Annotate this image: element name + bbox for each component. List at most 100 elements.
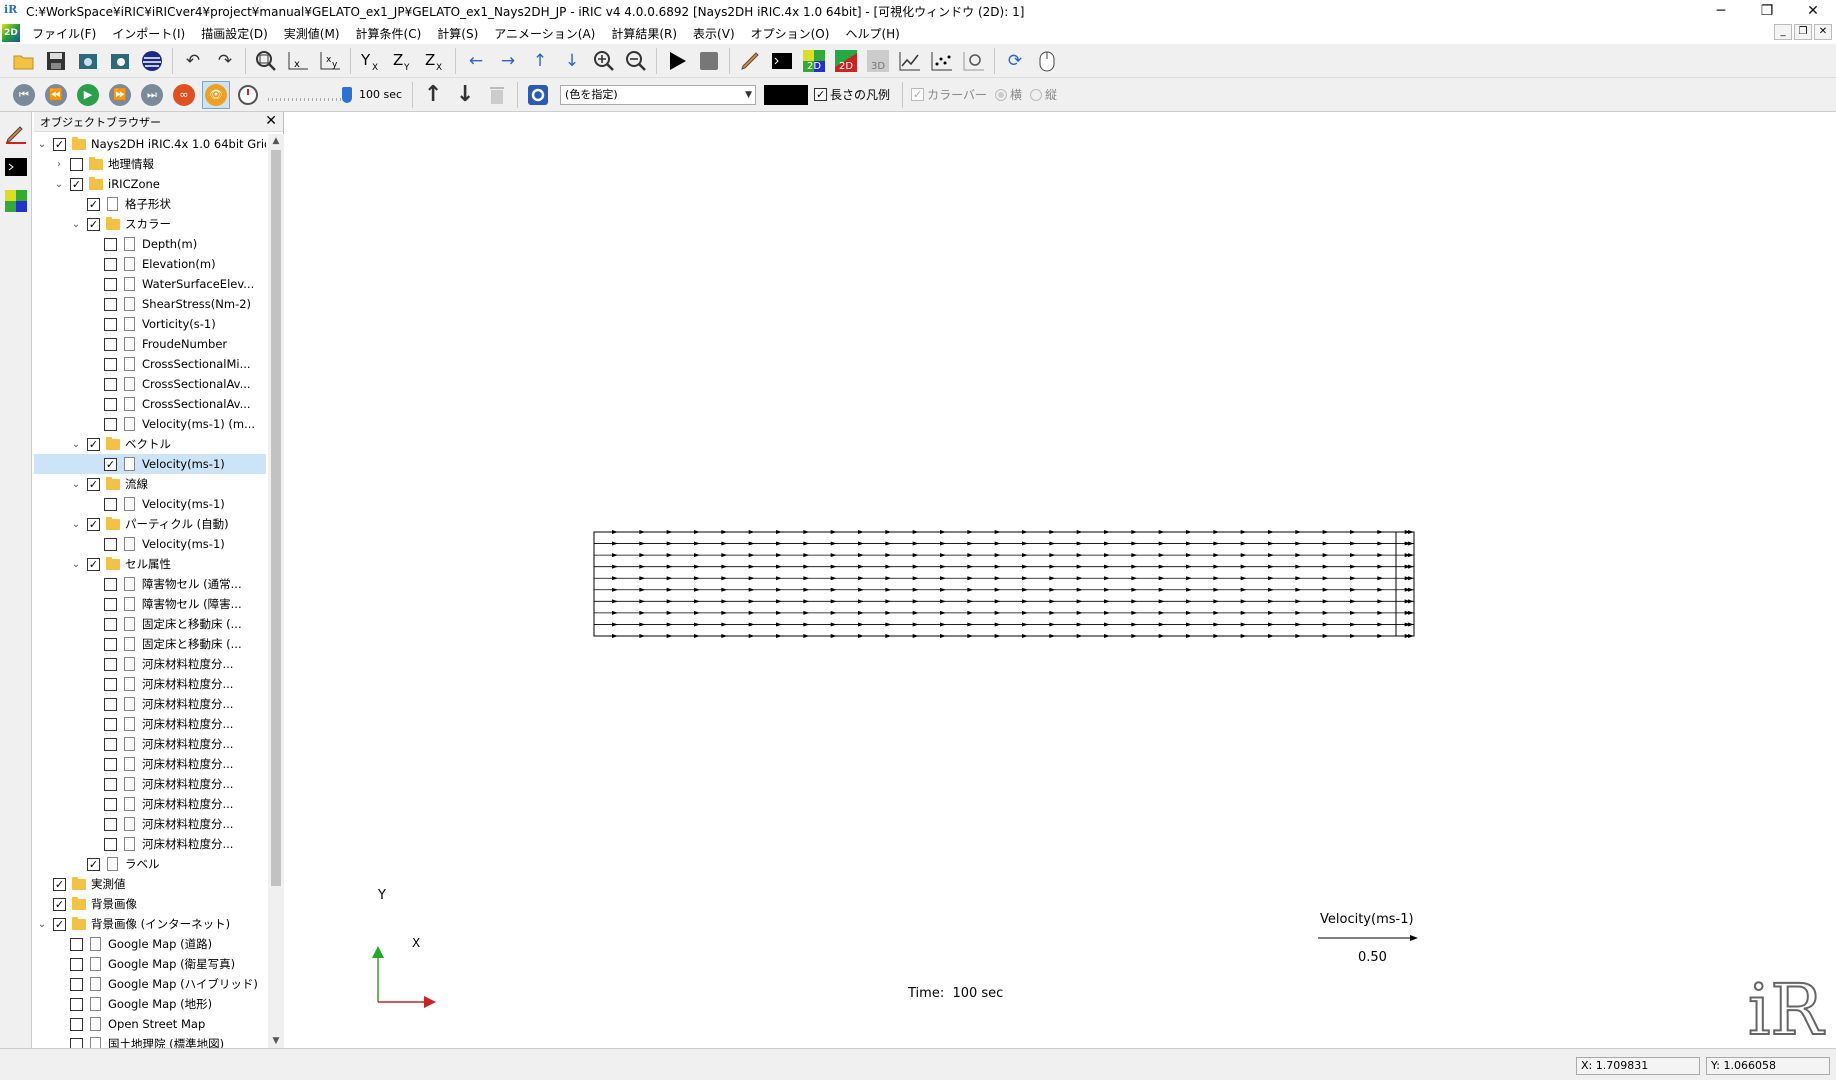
scrollbar-thumb[interactable] <box>271 150 281 886</box>
tree-item-checkbox[interactable]: ✓ <box>87 517 100 531</box>
console-window-icon[interactable] <box>3 154 29 180</box>
tree-item-checkbox[interactable]: ✓ <box>104 457 117 471</box>
menu-file[interactable]: ファイル(F) <box>24 25 104 42</box>
horizontal-radio[interactable] <box>994 88 1007 101</box>
loop-icon[interactable]: ∞ <box>170 81 198 109</box>
stop-icon[interactable] <box>695 47 723 75</box>
snapshot-icon[interactable] <box>74 47 102 75</box>
menu-help[interactable]: ヘルプ(H) <box>837 25 907 42</box>
tree-item-checkbox[interactable] <box>104 717 117 731</box>
tree-item[interactable]: ⌄ ✓ 流線 <box>34 474 266 494</box>
tree-item-checkbox[interactable]: ✓ <box>87 557 100 571</box>
undo-icon[interactable]: ↶ <box>179 47 207 75</box>
mdi-minimize-button[interactable]: _ <box>1774 24 1792 40</box>
tree-item-checkbox[interactable] <box>104 817 117 831</box>
property-gear-icon[interactable] <box>524 81 552 109</box>
refresh-icon[interactable]: ⟳ <box>1001 47 1029 75</box>
tree-item-checkbox[interactable] <box>104 577 117 591</box>
tree-item[interactable]: Velocity(ms-1) <box>34 494 266 514</box>
chevron-down-icon[interactable]: ⌄ <box>70 439 82 450</box>
tree-item[interactable]: › 地理情報 <box>34 154 266 174</box>
tree-item-checkbox[interactable]: ✓ <box>53 877 66 891</box>
chevron-down-icon[interactable]: ⌄ <box>36 919 48 930</box>
tree-item-checkbox[interactable] <box>104 797 117 811</box>
mdi-close-button[interactable]: ✕ <box>1814 24 1832 40</box>
tree-item-checkbox[interactable] <box>104 697 117 711</box>
tree-item[interactable]: ⌄ ✓ パーティクル (自動) <box>34 514 266 534</box>
last-frame-icon[interactable]: ⏭ <box>138 81 166 109</box>
object-browser-close-icon[interactable]: ✕ <box>265 113 277 129</box>
minimize-button[interactable]: ─ <box>1698 0 1744 22</box>
tree-item[interactable]: 河床材料粒度分... <box>34 734 266 754</box>
time-slider-thumb[interactable] <box>342 86 352 103</box>
tree-item[interactable]: ✓ 実測値 <box>34 874 266 894</box>
tree-item[interactable]: 河床材料粒度分... <box>34 714 266 734</box>
move-down-arrow-icon[interactable]: ↓ <box>451 81 479 109</box>
step-back-icon[interactable]: ⏪ <box>42 81 70 109</box>
tree-item[interactable]: 河床材料粒度分... <box>34 834 266 854</box>
tree-item[interactable]: ⌄ ✓ 背景画像 (インターネット) <box>34 914 266 934</box>
tree-item-checkbox[interactable] <box>70 977 83 991</box>
tree-item[interactable]: 河床材料粒度分... <box>34 814 266 834</box>
tree-item[interactable]: 河床材料粒度分... <box>34 774 266 794</box>
tree-item-checkbox[interactable] <box>104 497 117 511</box>
continuous-snapshot-icon[interactable] <box>106 47 134 75</box>
tree-item-checkbox[interactable] <box>70 937 83 951</box>
tree-item-checkbox[interactable]: ✓ <box>53 897 66 911</box>
save-icon[interactable] <box>42 47 70 75</box>
chevron-down-icon[interactable]: ⌄ <box>70 219 82 230</box>
color-mode-select[interactable]: (色を指定) ▼ <box>560 84 757 105</box>
tree-item[interactable]: Velocity(ms-1) <box>34 534 266 554</box>
mdi-restore-button[interactable]: ❐ <box>1794 24 1812 40</box>
view-zx-icon[interactable]: ZX <box>421 47 449 75</box>
tree-item[interactable]: ✓ ラベル <box>34 854 266 874</box>
tree-item-checkbox[interactable] <box>104 237 117 251</box>
mouse-icon[interactable] <box>1033 47 1061 75</box>
move-up-arrow-icon[interactable]: ↑ <box>419 81 447 109</box>
tree-item-checkbox[interactable] <box>70 957 83 971</box>
tree-item-checkbox[interactable]: ✓ <box>87 197 100 211</box>
new-3d-window-icon[interactable]: 3D <box>864 47 892 75</box>
object-tree-scrollbar[interactable]: ▲ ▼ <box>268 134 284 1048</box>
tree-item[interactable]: Depth(m) <box>34 234 266 254</box>
visualization-canvas[interactable]: Y X Velocity(ms-1) 0.50 Time: 100 sec iR… <box>286 112 1836 1052</box>
zoom-fit-icon[interactable] <box>252 47 280 75</box>
tree-item[interactable]: 河床材料粒度分... <box>34 654 266 674</box>
tree-item-checkbox[interactable] <box>104 257 117 271</box>
tree-item-checkbox[interactable] <box>70 1017 83 1031</box>
menu-import[interactable]: インポート(I) <box>104 25 193 42</box>
tree-item[interactable]: 固定床と移動床 (... <box>34 634 266 654</box>
menu-view[interactable]: 表示(V) <box>685 25 743 42</box>
tree-item[interactable]: Vorticity(s-1) <box>34 314 266 334</box>
tree-item[interactable]: 河床材料粒度分... <box>34 794 266 814</box>
follow-icon[interactable]: 👁 <box>202 80 230 109</box>
arrow-color-swatch[interactable] <box>764 84 809 105</box>
tree-item-checkbox[interactable]: ✓ <box>53 137 66 151</box>
run-icon[interactable] <box>663 47 691 75</box>
google-earth-icon[interactable] <box>138 47 166 75</box>
scroll-up-icon[interactable]: ▲ <box>268 136 284 146</box>
move-right-icon[interactable]: → <box>494 47 522 75</box>
chevron-down-icon[interactable]: ⌄ <box>70 479 82 490</box>
tree-item[interactable]: 河床材料粒度分... <box>34 694 266 714</box>
view-zy-icon[interactable]: ZY <box>389 47 417 75</box>
tree-item[interactable]: Google Map (衛星写真) <box>34 954 266 974</box>
tree-item-checkbox[interactable] <box>104 337 117 351</box>
tree-item-checkbox[interactable]: ✓ <box>87 217 100 231</box>
tree-item[interactable]: 固定床と移動床 (... <box>34 614 266 634</box>
delete-icon[interactable] <box>483 81 511 109</box>
tree-item[interactable]: ✓ Velocity(ms-1) <box>34 454 266 474</box>
tree-item-checkbox[interactable] <box>104 277 117 291</box>
new-2d-bird-window-icon[interactable]: 2D <box>832 47 860 75</box>
tree-item[interactable]: Velocity(ms-1) (m... <box>34 414 266 434</box>
menu-options[interactable]: オプション(O) <box>743 25 838 42</box>
first-frame-icon[interactable]: ⏮ <box>10 81 38 109</box>
maximize-button[interactable]: ❐ <box>1744 0 1790 22</box>
tree-item-checkbox[interactable] <box>70 157 83 171</box>
tree-item[interactable]: CrossSectionalAv... <box>34 394 266 414</box>
scroll-down-icon[interactable]: ▼ <box>268 1036 284 1046</box>
post-2d-window-icon[interactable] <box>3 188 29 214</box>
tree-item[interactable]: Google Map (道路) <box>34 934 266 954</box>
tree-item-checkbox[interactable] <box>104 757 117 771</box>
open-folder-icon[interactable] <box>10 47 38 75</box>
